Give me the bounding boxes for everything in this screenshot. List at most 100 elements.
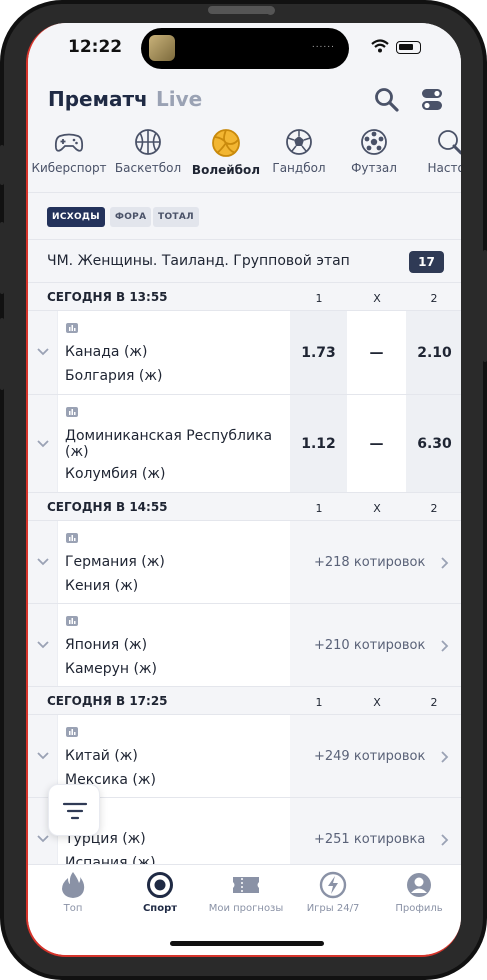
quotes-count: +251 котировка — [314, 832, 426, 847]
more-quotes-button[interactable]: +210 котировок — [290, 604, 461, 686]
nav-label: Мои прогнозы — [208, 903, 284, 914]
chevron-right-icon — [441, 640, 449, 652]
nav-profile[interactable]: Профиль — [374, 871, 461, 914]
team-away: Колумбия (ж) — [65, 466, 166, 482]
filter-handicap[interactable]: ФОРА — [110, 207, 152, 227]
stats-icon[interactable] — [66, 727, 78, 737]
date-header: СЕГОДНЯ В 14:55 1 X 2 — [28, 493, 461, 521]
chevron-down-icon[interactable] — [36, 834, 50, 844]
team-home: Япония (ж) — [65, 637, 148, 653]
odd-draw[interactable]: — — [348, 395, 405, 492]
event-count-badge: 17 — [409, 251, 444, 273]
column-header-1: 1 — [315, 502, 323, 515]
sport-label: Киберспорт — [31, 161, 107, 175]
column-header-2: 2 — [430, 696, 438, 709]
team-home: Доминиканская Республика (ж) — [65, 428, 273, 460]
filter-fab-button[interactable] — [48, 784, 100, 836]
nav-games[interactable]: Игры 24/7 — [288, 871, 378, 914]
sport-esports[interactable]: Киберспорт — [29, 128, 109, 175]
tab-prematch[interactable]: Прематч — [48, 87, 148, 111]
stats-icon[interactable] — [66, 323, 78, 333]
stats-icon[interactable] — [66, 616, 78, 626]
chevron-down-icon[interactable] — [36, 347, 50, 357]
sport-handball[interactable]: Гандбол — [259, 128, 339, 175]
wifi-icon — [371, 39, 389, 53]
team-home: Китай (ж) — [65, 748, 138, 764]
event-row[interactable]: Германия (ж) Кения (ж) +218 котировок — [28, 521, 461, 604]
nav-my-predictions[interactable]: Мои прогнозы — [201, 871, 291, 914]
sport-futsal[interactable]: Футзал — [334, 128, 414, 175]
filter-outcomes[interactable]: ИСХОДЫ — [47, 207, 105, 227]
home-indicator[interactable] — [170, 941, 324, 946]
column-header-x: X — [373, 696, 381, 709]
date-header: СЕГОДНЯ В 13:55 1 X 2 — [28, 283, 461, 311]
nav-top[interactable]: Топ — [28, 871, 118, 914]
filter-lines-icon — [62, 802, 88, 820]
stats-icon[interactable] — [66, 407, 78, 417]
nav-label: Профиль — [395, 903, 443, 914]
nav-sport[interactable]: Спорт — [115, 871, 205, 914]
mute-switch — [0, 145, 4, 185]
odd-home[interactable]: 1.73 — [290, 311, 347, 394]
top-header: Прематч Live — [28, 73, 461, 128]
sport-table-tennis[interactable]: Настол — [410, 128, 461, 175]
sport-label: Настол — [427, 161, 462, 175]
sports-carousel: Киберспорт Баскетбол Волейбол Гандбол Фу… — [28, 128, 461, 193]
chevron-down-icon[interactable] — [36, 439, 50, 449]
chevron-right-icon — [441, 751, 449, 763]
more-quotes-button[interactable]: +218 котировок — [290, 521, 461, 603]
battery-icon — [396, 41, 421, 54]
bottom-navigation: Топ Спорт Мои прогнозы Игры 24/7 Профиль — [28, 864, 461, 955]
market-filters: ИСХОДЫ ФОРА ТОТАЛ — [28, 193, 461, 239]
chevron-down-icon[interactable] — [36, 557, 50, 567]
column-header-2: 2 — [430, 502, 438, 515]
filter-total[interactable]: ТОТАЛ — [153, 207, 199, 227]
team-away: Болгария (ж) — [65, 368, 163, 384]
team-away: Камерун (ж) — [65, 661, 158, 677]
sport-label: Гандбол — [272, 161, 326, 175]
dynamic-island: ...... — [141, 28, 349, 69]
chevron-down-icon[interactable] — [36, 640, 50, 650]
odd-home[interactable]: 1.12 — [290, 395, 347, 492]
odd-away[interactable]: 2.10 — [406, 311, 461, 394]
quotes-count: +218 котировок — [314, 555, 426, 570]
odd-draw[interactable]: — — [348, 311, 405, 394]
nav-label: Топ — [63, 903, 83, 914]
date-label: СЕГОДНЯ В 14:55 — [47, 500, 168, 514]
front-camera — [266, 6, 275, 15]
toggle-settings-icon[interactable] — [421, 88, 443, 112]
event-row[interactable]: Доминиканская Республика (ж) Колумбия (ж… — [28, 395, 461, 493]
team-home: Германия (ж) — [65, 554, 165, 570]
sport-label: Баскетбол — [114, 161, 182, 175]
sport-label: Футзал — [351, 161, 397, 175]
flame-icon — [62, 872, 85, 898]
sport-volleyball[interactable]: Волейбол — [186, 128, 266, 177]
sport-basketball[interactable]: Баскетбол — [108, 128, 188, 175]
column-header-x: X — [373, 292, 381, 305]
phone-frame: 12:22 ...... Прематч Live Киберспорт Бас… — [0, 0, 487, 980]
event-row[interactable]: Канада (ж) Болгария (ж) 1.73 — 2.10 — [28, 311, 461, 395]
quotes-count: +249 котировок — [314, 749, 426, 764]
quotes-count: +210 котировок — [314, 638, 426, 653]
sport-target-icon — [147, 872, 173, 898]
tab-live[interactable]: Live — [156, 87, 202, 111]
tournament-header[interactable]: ЧМ. Женщины. Таиланд. Групповой этап 17 — [28, 239, 461, 283]
date-header: СЕГОДНЯ В 17:25 1 X 2 — [28, 687, 461, 715]
team-home: Канада (ж) — [65, 344, 148, 360]
event-row[interactable]: Япония (ж) Камерун (ж) +210 котировок — [28, 604, 461, 687]
chevron-down-icon[interactable] — [36, 751, 50, 761]
chevron-right-icon — [441, 557, 449, 569]
search-icon[interactable] — [374, 87, 400, 113]
volume-down-button — [0, 318, 4, 390]
odd-away[interactable]: 6.30 — [406, 395, 461, 492]
more-quotes-button[interactable]: +249 котировок — [290, 715, 461, 797]
power-button — [483, 250, 487, 362]
column-header-1: 1 — [315, 292, 323, 305]
app-screen: 12:22 ...... Прематч Live Киберспорт Бас… — [26, 23, 461, 957]
stats-icon[interactable] — [66, 533, 78, 543]
nav-label: Игры 24/7 — [306, 903, 360, 914]
profile-icon — [407, 873, 431, 897]
ticket-icon — [233, 877, 259, 893]
futsal-ball-icon — [361, 129, 387, 155]
column-header-x: X — [373, 502, 381, 515]
